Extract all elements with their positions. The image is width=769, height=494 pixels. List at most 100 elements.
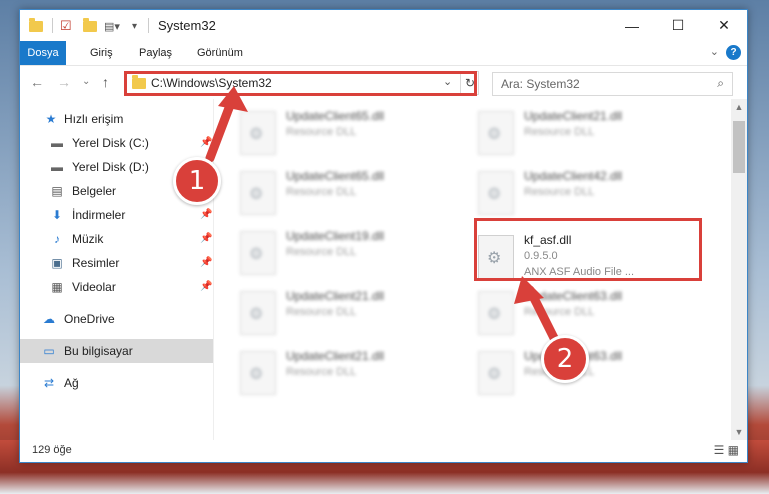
computer-icon: ▭	[43, 344, 55, 358]
list-item[interactable]: UpdateClient65.dll Resource DLL	[234, 167, 444, 219]
file-name: UpdateClient65.dll	[286, 169, 385, 183]
properties-icon[interactable]: ☑	[60, 17, 72, 35]
file-name: UpdateClient21.dll	[286, 289, 385, 303]
list-item[interactable]: UpdateClient21.dll Resource DLL	[234, 287, 444, 339]
ribbon-tabs: Dosya Giriş Paylaş Görünüm ⌄ ?	[20, 41, 747, 66]
vertical-scrollbar[interactable]: ▲ ▼	[731, 99, 747, 440]
sidebar-item-network[interactable]: ⇄ Ağ	[20, 371, 213, 395]
sidebar-item-label: Yerel Disk (D:)	[72, 160, 149, 174]
tab-view[interactable]: Görünüm	[197, 41, 243, 65]
dll-file-icon	[240, 291, 276, 335]
sidebar-item-this-pc[interactable]: ▭ Bu bilgisayar	[20, 339, 213, 363]
expand-ribbon-icon[interactable]: ⌄	[710, 45, 719, 58]
file-name: UpdateClient21.dll	[524, 109, 623, 123]
dll-file-icon	[240, 171, 276, 215]
sidebar-item-videos[interactable]: ▦ Videolar 📌	[20, 275, 213, 299]
scroll-down-icon[interactable]: ▼	[731, 424, 747, 440]
maximize-button[interactable]: ☐	[655, 10, 701, 41]
search-input[interactable]: Ara: System32 ⌕	[492, 72, 733, 96]
sidebar-item-quick-access[interactable]: ★ Hızlı erişim	[20, 107, 213, 131]
pin-icon[interactable]: 📌	[200, 233, 212, 244]
new-folder-icon[interactable]	[83, 17, 97, 35]
music-icon: ♪	[54, 232, 60, 246]
recent-locations-button[interactable]: ⌄	[82, 76, 90, 87]
sidebar-item-label: Müzik	[72, 232, 104, 246]
file-type: Resource DLL	[524, 306, 595, 318]
sidebar-item-downloads[interactable]: ⬇ İndirmeler 📌	[20, 203, 213, 227]
file-type: Resource DLL	[286, 306, 357, 318]
dll-file-icon	[478, 291, 514, 335]
tab-file[interactable]: Dosya	[20, 41, 66, 65]
step-badge-1: 1	[173, 157, 221, 205]
status-bar: 129 öğe ☰ ▦	[20, 440, 747, 462]
list-item[interactable]: UpdateClient19.dll Resource DLL	[234, 227, 444, 279]
download-icon: ⬇	[51, 208, 63, 222]
sidebar-item-label: Yerel Disk (C:)	[72, 136, 149, 150]
pin-icon[interactable]: 📌	[200, 257, 212, 268]
search-icon[interactable]: ⌕	[717, 76, 724, 91]
sidebar-item-local-disk-c[interactable]: ▬ Yerel Disk (C:) 📌	[20, 131, 213, 155]
back-button[interactable]: ←	[30, 74, 44, 90]
videos-icon: ▦	[51, 280, 63, 294]
scrollbar-thumb[interactable]	[733, 121, 745, 173]
list-item[interactable]: UpdateClient63.dll Resource DLL	[472, 287, 682, 339]
scroll-up-icon[interactable]: ▲	[731, 99, 747, 115]
sidebar-item-pictures[interactable]: ▣ Resimler 📌	[20, 251, 213, 275]
sidebar-item-label: Videolar	[72, 280, 116, 294]
documents-icon: ▤	[51, 184, 63, 198]
cloud-icon: ☁	[43, 312, 55, 326]
step-badge-2: 2	[541, 335, 589, 383]
drive-icon: ▬	[51, 136, 63, 150]
file-name: UpdateClient63.dll	[524, 289, 623, 303]
file-highlight-box	[474, 218, 702, 281]
help-icon[interactable]: ?	[726, 45, 741, 60]
tab-share[interactable]: Paylaş	[139, 41, 172, 65]
sidebar-item-music[interactable]: ♪ Müzik 📌	[20, 227, 213, 251]
quick-access-dropdown-icon[interactable]: ▾	[132, 17, 137, 35]
view-mode-icons[interactable]: ☰ ▦	[714, 443, 739, 457]
sidebar-item-onedrive[interactable]: ☁ OneDrive	[20, 307, 213, 331]
list-item[interactable]: UpdateClient65.dll Resource DLL	[234, 107, 444, 159]
file-type: Resource DLL	[286, 246, 357, 258]
list-item[interactable]: UpdateClient42.dll Resource DLL	[472, 167, 682, 219]
dll-file-icon	[478, 351, 514, 395]
file-name: UpdateClient65.dll	[286, 109, 385, 123]
tab-home[interactable]: Giriş	[90, 41, 113, 65]
pictures-icon: ▣	[51, 256, 63, 270]
file-name: UpdateClient21.dll	[286, 349, 385, 363]
quick-access-folder-icon[interactable]	[29, 17, 43, 35]
sidebar-item-label: OneDrive	[64, 312, 115, 326]
sidebar-item-label: İndirmeler	[72, 208, 126, 222]
list-item[interactable]: UpdateClient21.dll Resource DLL	[472, 107, 682, 159]
close-button[interactable]: ✕	[701, 10, 747, 41]
file-name: UpdateClient19.dll	[286, 229, 385, 243]
title-bar: ☑ ▤▾ ▾ System32 — ☐ ✕	[20, 10, 747, 41]
sidebar-item-label: Resimler	[72, 256, 120, 270]
forward-button[interactable]: →	[57, 74, 71, 90]
network-icon: ⇄	[43, 376, 55, 390]
customize-toolbar-icon[interactable]: ▤▾	[104, 17, 120, 35]
file-type: Resource DLL	[524, 186, 595, 198]
address-highlight-box	[124, 71, 477, 96]
navigation-pane: ★ Hızlı erişim ▬ Yerel Disk (C:) 📌 ▬ Yer…	[20, 99, 214, 440]
pin-icon[interactable]: 📌	[200, 209, 212, 220]
list-item[interactable]: UpdateClient21.dll Resource DLL	[234, 347, 444, 399]
file-name: UpdateClient42.dll	[524, 169, 623, 183]
sidebar-item-label: Belgeler	[72, 184, 117, 198]
pin-icon[interactable]: 📌	[200, 281, 212, 292]
file-type: Resource DLL	[286, 126, 357, 138]
sidebar-item-label: Ağ	[64, 376, 79, 390]
drive-icon: ▬	[51, 160, 63, 174]
star-icon: ★	[45, 112, 57, 126]
up-button[interactable]: ↑	[102, 74, 109, 90]
file-type: Resource DLL	[286, 186, 357, 198]
sidebar-item-label: Hızlı erişim	[64, 112, 124, 126]
sidebar-item-label: Bu bilgisayar	[64, 344, 133, 358]
item-count: 129 öğe	[32, 444, 72, 456]
dll-file-icon	[240, 231, 276, 275]
pin-icon[interactable]: 📌	[200, 137, 212, 148]
minimize-button[interactable]: —	[609, 10, 655, 41]
dll-file-icon	[240, 111, 276, 155]
file-type: Resource DLL	[286, 366, 357, 378]
dll-file-icon	[478, 111, 514, 155]
